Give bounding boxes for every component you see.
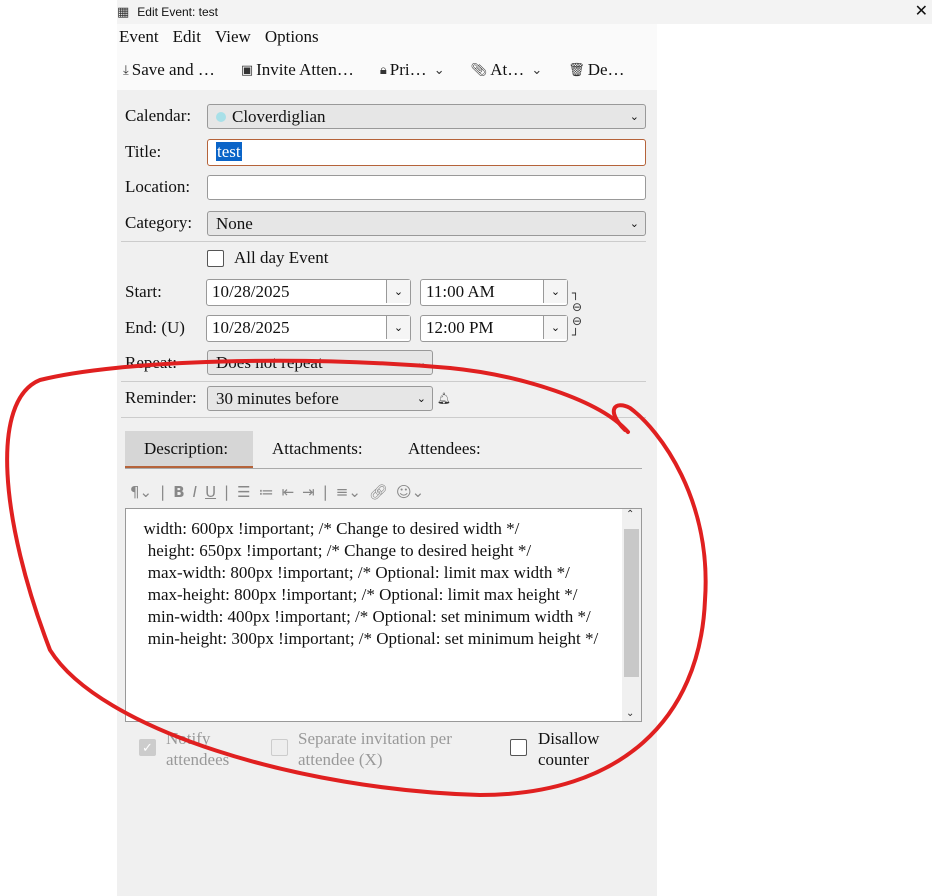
reminder-select[interactable]: 30 minutes before ⌄ xyxy=(207,386,433,411)
close-icon[interactable]: ✕ xyxy=(915,1,928,20)
align-icon[interactable]: ≡⌄ xyxy=(336,483,361,501)
separate-invitation-checkbox[interactable] xyxy=(271,739,288,756)
chevron-down-icon[interactable]: ⌄ xyxy=(543,316,567,339)
disallow-counter-checkbox[interactable] xyxy=(510,739,527,756)
tab-description[interactable]: Description: xyxy=(125,431,253,468)
menu-edit[interactable]: Edit xyxy=(173,24,201,50)
start-date-input[interactable]: 10/28/2025 ⌄ xyxy=(206,279,411,306)
location-input[interactable] xyxy=(207,175,646,200)
all-day-label: All day Event xyxy=(234,248,329,267)
emoji-icon[interactable]: ☺⌄ xyxy=(396,483,424,501)
chevron-down-icon[interactable]: ⌄ xyxy=(386,316,410,339)
scrollbar[interactable]: ⌃ ⌄ xyxy=(622,509,641,721)
tab-bar: Description: Attachments: Attendees: xyxy=(125,431,642,469)
divider xyxy=(121,417,646,418)
menu-view[interactable]: View xyxy=(215,24,251,50)
paperclip-icon: 📎︎ xyxy=(470,62,488,78)
delete-button[interactable]: 🗑︎ De… xyxy=(568,60,624,80)
italic-icon[interactable]: I xyxy=(193,483,197,501)
notify-label: Notify attendees xyxy=(166,729,230,769)
repeat-label: Repeat: xyxy=(125,353,177,372)
tab-attendees[interactable]: Attendees: xyxy=(389,431,500,468)
trash-icon: 🗑︎ xyxy=(568,62,585,78)
save-button[interactable]: ⤓ Save and … xyxy=(123,60,215,80)
paragraph-icon[interactable]: ¶⌄ xyxy=(130,483,152,501)
menu-bar: Event Edit View Options xyxy=(117,24,657,50)
format-toolbar: ¶⌄ | B I U | ☰ ≔ ⇤ ⇥ | ≡⌄ 🔗︎ ☺⌄ xyxy=(130,483,425,501)
scroll-up-icon[interactable]: ⌃ xyxy=(626,509,634,520)
calendar-label: Calendar: xyxy=(125,106,192,125)
divider xyxy=(121,241,646,242)
scroll-down-icon[interactable]: ⌄ xyxy=(626,708,634,719)
separate-invitation-label: Separate invitation per attendee (X) xyxy=(298,729,452,769)
reminder-label: Reminder: xyxy=(125,388,197,407)
title-bar: ▦ Edit Event: test xyxy=(117,0,932,24)
numbered-list-icon[interactable]: ≔ xyxy=(259,483,274,501)
repeat-select[interactable]: Does not repeat ⌄ xyxy=(207,350,433,375)
window-title: Edit Event: test xyxy=(137,5,219,19)
divider xyxy=(121,381,646,382)
invite-button[interactable]: ▣ Invite Atten… xyxy=(241,60,354,80)
toolbar: ⤓ Save and … ▣ Invite Atten… 🔒︎ Pri… ⌄ 📎︎ At… xyxy=(117,50,657,90)
category-label: Category: xyxy=(125,213,193,232)
menu-options[interactable]: Options xyxy=(265,24,319,50)
chevron-down-icon: ⌄ xyxy=(416,356,426,369)
privacy-button[interactable]: 🔒︎ Pri… ⌄ xyxy=(380,60,445,80)
scrollbar-thumb[interactable] xyxy=(624,529,639,677)
bold-icon[interactable]: B xyxy=(173,483,184,501)
link-icon[interactable]: 🔗︎ xyxy=(369,483,388,501)
calendar-select[interactable]: Cloverdiglian ⌄ xyxy=(207,104,646,129)
link-icon[interactable]: ┐ ⊖ ⊖ ┘ xyxy=(572,286,586,342)
bell-icon: 🔔︎ xyxy=(437,392,451,405)
chevron-down-icon: ⌄ xyxy=(629,217,639,230)
description-editor[interactable]: width: 600px !important; /* Change to de… xyxy=(125,508,642,722)
attach-button[interactable]: 📎︎ At… ⌄ xyxy=(471,60,543,80)
contact-icon: ▣ xyxy=(240,62,254,78)
bullet-list-icon[interactable]: ☰ xyxy=(237,483,250,501)
disallow-counter-label: Disallow counter xyxy=(538,729,600,769)
tab-attachments[interactable]: Attachments: xyxy=(253,431,382,468)
download-icon: ⤓ xyxy=(123,62,129,78)
chevron-down-icon[interactable]: ⌄ xyxy=(543,280,567,303)
notify-checkbox[interactable]: ✓ xyxy=(139,739,156,756)
start-time-input[interactable]: 11:00 AM ⌄ xyxy=(420,279,568,306)
chevron-down-icon: ⌄ xyxy=(429,62,445,78)
description-text: width: 600px !important; /* Change to de… xyxy=(143,519,599,648)
outdent-icon[interactable]: ⇤ xyxy=(282,483,295,501)
chevron-down-icon[interactable]: ⌄ xyxy=(386,280,410,303)
location-label: Location: xyxy=(125,177,191,196)
indent-icon[interactable]: ⇥ xyxy=(302,483,315,501)
all-day-checkbox[interactable] xyxy=(207,250,224,267)
end-time-input[interactable]: 12:00 PM ⌄ xyxy=(420,315,568,342)
chevron-down-icon: ⌄ xyxy=(629,110,639,123)
calendar-icon: ▦ xyxy=(117,4,130,20)
chevron-down-icon: ⌄ xyxy=(527,62,543,78)
calendar-color-dot xyxy=(216,112,226,122)
menu-event[interactable]: Event xyxy=(119,24,159,50)
chevron-down-icon: ⌄ xyxy=(416,392,426,405)
title-input[interactable]: test xyxy=(207,139,646,166)
lock-icon: 🔒︎ xyxy=(379,62,387,78)
title-label: Title: xyxy=(125,142,162,161)
end-label: End: (U) xyxy=(125,318,185,337)
start-label: Start: xyxy=(125,282,162,301)
underline-icon[interactable]: U xyxy=(205,483,216,501)
end-date-input[interactable]: 10/28/2025 ⌄ xyxy=(206,315,411,342)
category-select[interactable]: None ⌄ xyxy=(207,211,646,236)
